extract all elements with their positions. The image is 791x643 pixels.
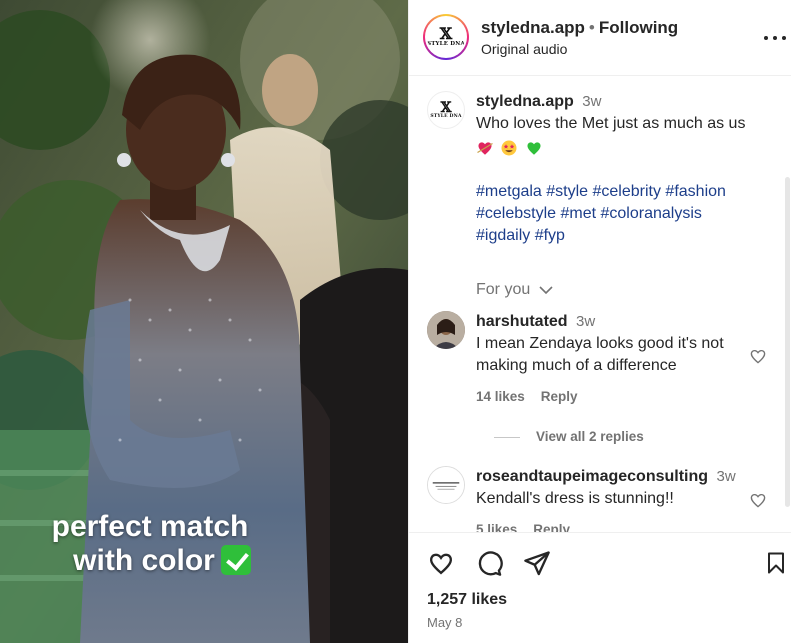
hashtags-line-1[interactable]: #metgala #style #celebrity #fashion <box>476 183 726 200</box>
comment-meta: 5 likes Reply <box>476 522 586 532</box>
commenter-avatar[interactable] <box>427 311 465 349</box>
logo-lettering: STYLE DNA <box>430 113 462 119</box>
comment-username[interactable]: harshutated <box>476 313 568 330</box>
view-replies-button[interactable]: View all 2 replies <box>494 429 644 444</box>
style-dna-logo-icon: 𝕏 <box>440 99 452 116</box>
comment-time[interactable]: 3w <box>576 313 595 330</box>
check-mark-button-icon <box>220 545 251 575</box>
comment-time[interactable]: 3w <box>717 468 736 485</box>
share-paper-plane-icon[interactable] <box>523 549 551 577</box>
for-you-dropdown[interactable]: For you <box>476 281 553 299</box>
heart-with-arrow-icon <box>477 142 493 155</box>
post-likes-count[interactable]: 1,257 likes <box>427 591 507 609</box>
caption-text: Who loves the Met just as much as us <box>476 115 746 132</box>
caption-emojis <box>476 137 768 159</box>
comment-body: harshutated 3w I mean Zendaya looks good… <box>476 311 741 377</box>
overlay-line-1: perfect match <box>51 510 249 543</box>
hashtags-line-2[interactable]: #celebstyle #met #coloranalysis <box>476 205 702 222</box>
post-header: 𝕏 STYLE DNA styledna.app • Following Origi… <box>409 0 791 76</box>
comment-text: Kendall's dress is stunning!! <box>476 490 674 507</box>
caption-author-avatar[interactable]: 𝕏 STYLE DNA <box>427 91 465 129</box>
caption-username[interactable]: styledna.app <box>476 93 574 110</box>
commenter-logo <box>428 467 464 503</box>
comments-scrollbar[interactable] <box>785 177 790 507</box>
overlay-line-2: with color <box>0 544 406 578</box>
caption-time[interactable]: 3w <box>582 93 601 110</box>
for-you-label: For you <box>476 281 531 298</box>
chevron-down-icon <box>539 286 553 294</box>
like-comment-heart-icon[interactable] <box>748 346 768 366</box>
save-bookmark-icon[interactable] <box>764 549 788 577</box>
reply-button[interactable]: Reply <box>541 389 578 404</box>
comment-text: I mean Zendaya looks good it's not makin… <box>476 335 724 374</box>
star-struck-icon <box>501 140 517 156</box>
comments-list[interactable]: 𝕏 STYLE DNA styledna.app 3w Who loves th… <box>409 77 791 532</box>
author-logo: 𝕏 STYLE DNA <box>425 16 467 58</box>
following-button[interactable]: Following <box>599 18 678 37</box>
comment-body: roseandtaupeimageconsulting 3w Kendall's… <box>476 466 766 510</box>
reel-caption-overlay: perfect match with color <box>0 510 408 578</box>
separator-dot: • <box>588 18 595 37</box>
comment-meta: 14 likes Reply <box>476 389 594 404</box>
more-options-icon[interactable] <box>764 28 786 46</box>
like-heart-icon[interactable] <box>427 549 455 577</box>
comment-bubble-icon[interactable] <box>475 549 503 577</box>
post-side-panel: 𝕏 STYLE DNA styledna.app • Following Origi… <box>408 0 791 643</box>
commenter-avatar[interactable] <box>427 466 465 504</box>
post-actions-bar: 1,257 likes May 8 <box>409 532 791 643</box>
reply-button[interactable]: Reply <box>533 522 570 532</box>
comment-likes-count[interactable]: 5 likes <box>476 522 517 532</box>
header-title-row: styledna.app • Following <box>481 18 678 38</box>
like-comment-heart-icon[interactable] <box>748 490 768 510</box>
caption-hashtags: #metgala #style #celebrity #fashion #cel… <box>476 181 768 247</box>
post-date[interactable]: May 8 <box>427 615 462 630</box>
green-heart-icon <box>527 142 541 155</box>
hashtags-line-3[interactable]: #igdaily #fyp <box>476 227 565 244</box>
commenter-photo <box>427 311 465 349</box>
caption-body: styledna.app 3w Who loves the Met just a… <box>476 91 768 247</box>
overlay-line-2-text: with color <box>73 544 215 577</box>
logo-lettering: STYLE DNA <box>427 41 465 48</box>
author-avatar[interactable]: 𝕏 STYLE DNA <box>423 14 469 60</box>
author-username[interactable]: styledna.app <box>481 18 585 37</box>
audio-link[interactable]: Original audio <box>481 41 567 57</box>
comment-likes-count[interactable]: 14 likes <box>476 389 525 404</box>
reel-media[interactable]: perfect match with color <box>0 0 408 643</box>
style-dna-logo-icon: 𝕏 <box>439 24 453 44</box>
comment-username[interactable]: roseandtaupeimageconsulting <box>476 468 708 485</box>
